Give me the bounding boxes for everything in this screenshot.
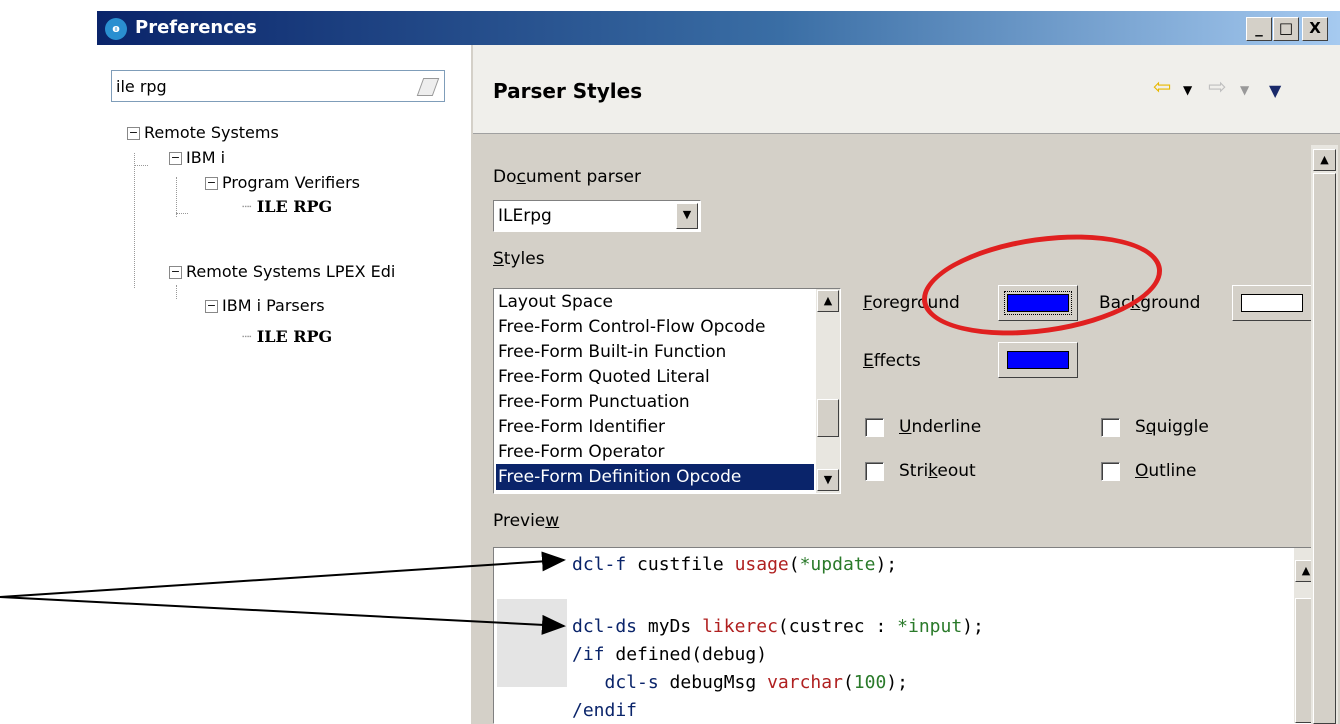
- arrow-to-dcl-f: [0, 551, 566, 598]
- arrow-to-dcl-ds: [0, 596, 566, 635]
- annotation-arrows: [0, 551, 566, 635]
